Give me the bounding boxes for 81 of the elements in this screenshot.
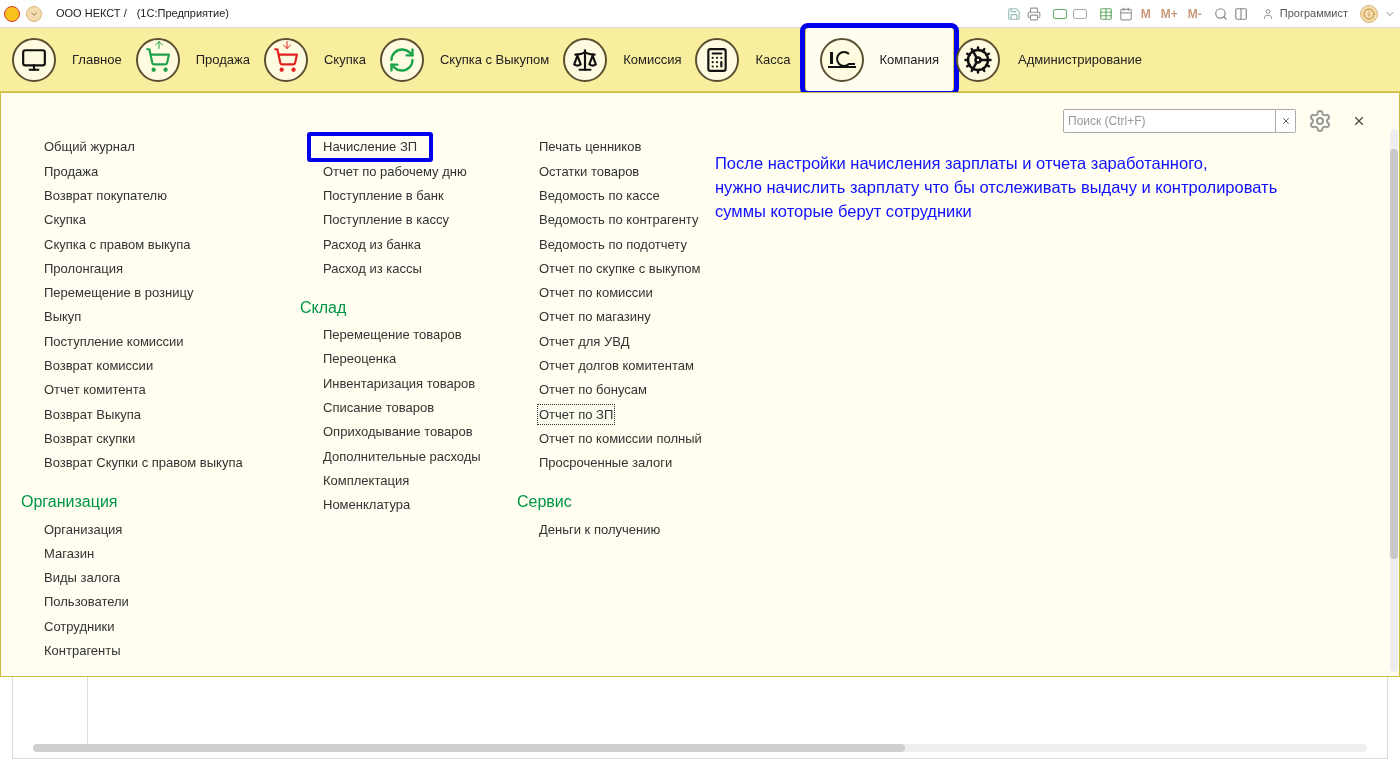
menu-link[interactable]: Перемещение в розницу — [42, 282, 196, 304]
section-tab[interactable]: Администрирование — [956, 28, 1156, 91]
section-tab[interactable]: Комиссия — [563, 28, 696, 91]
menu-link[interactable]: Отчет по комиссии полный — [537, 427, 704, 450]
menu-link[interactable]: Возврат Скупки с правом выкупа — [42, 452, 245, 474]
menu-link[interactable]: Скупка — [42, 209, 88, 231]
menu-link[interactable]: Виды залога — [42, 567, 123, 589]
menu-link[interactable]: Списание товаров — [321, 397, 437, 419]
search-field[interactable]: Поиск (Ctrl+F) — [1063, 109, 1276, 133]
menu-link[interactable]: Скупка с правом выкупа — [42, 233, 193, 256]
menu-link[interactable]: Возврат скупки — [42, 427, 138, 450]
menu-link[interactable]: Остатки товаров — [537, 160, 642, 183]
user-name[interactable]: Программист — [1279, 5, 1348, 22]
menu-link[interactable]: Ведомость по контрагенту — [537, 209, 701, 231]
menu-link[interactable]: Пролонгация — [42, 257, 126, 280]
menu-link[interactable]: Расход из кассы — [321, 257, 424, 280]
menu-link[interactable]: Отчет по рабочему дню — [321, 160, 469, 183]
zoom-icon[interactable] — [1213, 6, 1228, 21]
save-icon[interactable] — [1006, 6, 1021, 21]
section-icon — [956, 37, 1000, 82]
menu-link[interactable]: Переоценка — [321, 348, 399, 370]
menu-link[interactable]: Дополнительные расходы — [321, 445, 483, 468]
menu-link[interactable]: Расход из банка — [321, 233, 424, 256]
menu-dropdown-icon[interactable] — [26, 5, 42, 22]
section-icon — [12, 37, 56, 82]
vertical-scrollbar[interactable] — [1390, 129, 1398, 672]
menu-link[interactable]: Отчет долгов комитентам — [537, 355, 696, 377]
menu-link[interactable]: Организация — [42, 518, 125, 541]
menu-link[interactable]: Контрагенты — [42, 640, 123, 662]
table-icon[interactable] — [1098, 6, 1113, 21]
menu-link[interactable]: Поступление в банк — [321, 185, 446, 207]
menu-link[interactable]: Перемещение товаров — [321, 324, 464, 346]
menu-link[interactable]: Отчет для УВД — [537, 330, 632, 353]
menu-link[interactable]: Отчет по комиссии — [537, 282, 655, 304]
clear-icon — [1280, 116, 1291, 126]
menu-link[interactable]: Комплектация — [321, 469, 412, 492]
menu-link[interactable]: Поступление комиссии — [42, 330, 186, 353]
menu-link[interactable]: Возврат покупателю — [42, 185, 169, 207]
menu-link[interactable]: Начисление ЗП — [307, 132, 434, 162]
menu-link[interactable]: Деньги к получению — [537, 518, 663, 541]
app-logo-icon[interactable] — [4, 5, 20, 22]
menu-link[interactable]: Номенклатура — [321, 494, 413, 516]
menu-link[interactable]: Инвентаризация товаров — [321, 372, 478, 395]
window-subtitle: (1С:Предприятие) — [136, 6, 229, 22]
menu-link[interactable]: Ведомость по подотчету — [537, 233, 689, 256]
clear-button[interactable] — [1276, 109, 1296, 133]
group-heading: Организация — [21, 492, 119, 513]
menu-link[interactable]: Отчет по магазину — [537, 306, 653, 328]
menu-link[interactable]: Отчет по скупке с выкупом — [537, 257, 703, 280]
menu-link[interactable]: Пользователи — [42, 591, 131, 613]
section-tab[interactable]: Продажа — [135, 28, 264, 91]
calendar-icon[interactable] — [1118, 6, 1133, 21]
section-tab[interactable]: Главное — [12, 28, 136, 91]
menu-link[interactable]: Ведомость по кассе — [537, 185, 662, 207]
menu-link[interactable]: Возврат комиссии — [42, 355, 156, 377]
menu-link[interactable]: Выкуп — [42, 306, 84, 328]
menu-link[interactable]: Отчет комитента — [42, 379, 148, 401]
group-heading: Сервис — [517, 492, 573, 513]
section-tab[interactable]: Скупка — [263, 28, 380, 91]
menu-link[interactable]: Отчет по бонусам — [537, 379, 649, 401]
menu-link[interactable]: Оприходывание товаров — [321, 421, 475, 443]
group-heading: Склад — [300, 297, 348, 318]
info-icon[interactable] — [1360, 4, 1378, 23]
close-icon[interactable] — [1352, 114, 1366, 128]
menu-link[interactable]: Отчет по ЗП — [537, 403, 616, 426]
menu-link[interactable]: Просроченные залоги — [537, 452, 675, 474]
menu-link[interactable]: Поступление в кассу — [321, 209, 452, 231]
menu-link[interactable]: Общий журнал — [42, 136, 137, 158]
instruction-text: После настройки начисления зарплаты и отчета заработанного, нужно начислить зарплату что бы отслеживать выдачу и контролировать суммы которые берут сотрудники — [715, 153, 1278, 222]
menu-link[interactable]: Сотрудники — [42, 615, 117, 638]
menu-link[interactable]: Продажа — [42, 160, 101, 183]
window-title: ООО НЕКСТ / — [56, 6, 127, 22]
panel-icon[interactable] — [1233, 6, 1248, 21]
menu-link[interactable]: Печать ценников — [537, 136, 644, 158]
menu-link[interactable]: Магазин — [42, 542, 97, 565]
menu-link[interactable]: Возврат Выкупа — [42, 403, 143, 426]
user-icon — [1261, 7, 1274, 20]
print-icon[interactable] — [1026, 6, 1041, 21]
horizontal-scrollbar[interactable] — [33, 744, 1367, 752]
settings-icon[interactable] — [1308, 109, 1332, 133]
section-tab[interactable]: Скупка с Выкупом — [379, 28, 564, 91]
